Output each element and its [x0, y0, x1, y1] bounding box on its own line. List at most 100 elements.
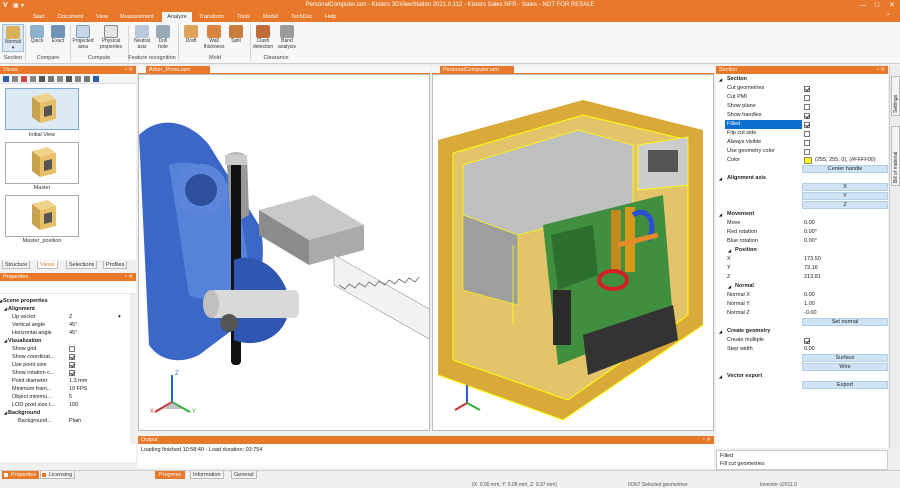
tab-transform[interactable]: Transform	[197, 12, 226, 22]
split-button[interactable]: Split	[225, 24, 247, 52]
band-analysis-button[interactable]: Band analysis	[275, 24, 299, 52]
neutral-axis-button[interactable]: Neutral axis	[131, 24, 153, 52]
property-row[interactable]: LOD pixel size t... 100	[0, 401, 130, 409]
property-checkbox[interactable]	[69, 354, 75, 360]
property-row[interactable]: Show coordinat...	[0, 353, 130, 361]
section-row[interactable]: Flip cut side	[716, 129, 888, 138]
section-row[interactable]: Cut PMI	[716, 93, 888, 102]
viewport-arbor-press[interactable]: Z X Y	[138, 74, 430, 431]
section-checkbox[interactable]	[804, 112, 810, 119]
property-row[interactable]: Vertical angle 45°	[0, 321, 130, 329]
section-action-button[interactable]: Center handle	[802, 165, 888, 173]
view-tool-icon[interactable]	[48, 76, 54, 82]
property-row[interactable]: Show rotation c...	[0, 369, 130, 377]
section-action-button[interactable]: Wire	[802, 363, 888, 371]
property-row[interactable]: Use point size	[0, 361, 130, 369]
clash-detection-button[interactable]: Clash detection	[251, 24, 275, 52]
property-value[interactable]: 45°	[69, 321, 77, 329]
section-property-value[interactable]: -0.00	[804, 309, 817, 318]
section-property-value[interactable]: 0.00	[804, 291, 815, 300]
tab-analyze[interactable]: Analyze	[162, 12, 192, 22]
section-property-value[interactable]: 1.00	[804, 300, 815, 309]
section-row[interactable]: Red rotation 0.00°	[716, 228, 888, 237]
tab-view[interactable]: View	[94, 12, 110, 22]
property-checkbox[interactable]	[69, 362, 75, 368]
collapse-triangle-icon[interactable]: ◢	[4, 305, 7, 313]
view-thumbnail-master[interactable]	[5, 142, 79, 184]
section-row[interactable]: Normal Z -0.00	[716, 309, 888, 318]
section-row[interactable]: Show handles	[716, 111, 888, 120]
collapse-triangle-icon[interactable]: ◢	[719, 372, 722, 381]
section-row[interactable]: Cut geometries	[716, 84, 888, 93]
collapse-triangle-icon[interactable]: ◢	[728, 246, 731, 255]
section-row[interactable]: Z 213.81	[716, 273, 888, 282]
view-tool-icon[interactable]	[57, 76, 63, 82]
section-row[interactable]: Filled	[716, 120, 888, 129]
section-row[interactable]: Show plane	[716, 102, 888, 111]
section-checkbox[interactable]	[804, 121, 810, 128]
wall-thickness-button[interactable]: Wall thickness	[202, 24, 226, 52]
section-property-value[interactable]: 173.50	[804, 255, 821, 264]
section-checkbox[interactable]	[804, 139, 810, 146]
section-row[interactable]: Create multiple	[716, 336, 888, 345]
section-checkbox[interactable]	[804, 337, 810, 344]
collapse-triangle-icon[interactable]: ◢	[719, 210, 722, 219]
section-action-button[interactable]: Surface	[802, 354, 888, 362]
section-row[interactable]: Color (255, 255, 0), (#FFFF00)	[716, 156, 888, 165]
property-row[interactable]: Background... Plain	[0, 417, 130, 425]
view-tool-icon[interactable]	[30, 76, 36, 82]
collapse-triangle-icon[interactable]: ◢	[728, 282, 731, 291]
close-window-button[interactable]: ✕	[885, 0, 899, 12]
section-row[interactable]: Always visible	[716, 138, 888, 147]
section-property-value[interactable]: 0.00	[804, 345, 815, 354]
tab-model[interactable]: Model	[261, 12, 280, 22]
section-row[interactable]: X 173.50	[716, 255, 888, 264]
tab-views[interactable]: Views	[37, 261, 58, 269]
viewport-personal-computer[interactable]	[432, 74, 714, 431]
tab-measurement[interactable]: Measurement	[118, 12, 156, 22]
view-tool-icon[interactable]	[66, 76, 72, 82]
property-row[interactable]: Object minimu... 5	[0, 393, 130, 401]
side-tab-settings[interactable]: Settings	[891, 76, 900, 116]
property-row[interactable]: Show grid	[0, 345, 130, 353]
section-row[interactable]: Normal X 0.00	[716, 291, 888, 300]
section-action-button[interactable]: X	[802, 183, 888, 191]
section-property-value[interactable]: 213.81	[804, 273, 821, 282]
collapse-triangle-icon[interactable]: ◢	[4, 409, 7, 417]
property-row[interactable]: Point diameter 1.3 mm	[0, 377, 130, 385]
tab-structure[interactable]: Structure	[2, 261, 31, 269]
views-panel-close-icon[interactable]: ▫ ✕	[125, 66, 133, 74]
viewport-tab-arbor-press[interactable]: Arbor_Press.iam	[146, 66, 210, 74]
drill-hole-button[interactable]: Drill hole	[152, 24, 174, 52]
physical-properties-button[interactable]: Physical properties	[98, 24, 124, 52]
color-swatch[interactable]	[804, 157, 812, 164]
quick-compare-button[interactable]: Quick	[26, 24, 48, 52]
collapse-triangle-icon[interactable]: ◢	[719, 327, 722, 336]
section-panel-close-icon[interactable]: ▫ ✕	[877, 66, 885, 74]
collapse-triangle-icon[interactable]: ◢	[719, 174, 722, 183]
section-property-value[interactable]: 0.00°	[804, 237, 817, 246]
section-property-value[interactable]: 73.16	[804, 264, 818, 273]
tab-information[interactable]: Information	[190, 471, 224, 479]
section-property-value[interactable]: 0.00°	[804, 228, 817, 237]
property-checkbox[interactable]	[69, 370, 75, 376]
section-row[interactable]: Blue rotation 0.00°	[716, 237, 888, 246]
collapse-triangle-icon[interactable]: ◢	[4, 337, 7, 345]
properties-scrollbar[interactable]	[130, 294, 136, 444]
section-checkbox[interactable]	[804, 85, 810, 92]
tab-selections[interactable]: Selections	[66, 261, 98, 269]
section-action-button[interactable]: Y	[802, 192, 888, 200]
property-value[interactable]: 5	[69, 393, 72, 401]
section-checkbox[interactable]	[804, 130, 810, 137]
collapse-triangle-icon[interactable]: ◢	[719, 75, 722, 84]
section-checkbox[interactable]	[804, 148, 810, 155]
tab-tools[interactable]: Tools	[235, 12, 252, 22]
ribbon-collapse-icon[interactable]: ⌃	[886, 13, 891, 20]
properties-panel-close-icon[interactable]: ▫ ✕	[125, 273, 133, 281]
collapse-triangle-icon[interactable]: ◢	[0, 297, 2, 305]
tab-techdoc[interactable]: TechDoc	[289, 12, 314, 22]
section-action-button[interactable]: Set normal	[802, 318, 888, 326]
projected-area-button[interactable]: Projected area	[72, 24, 94, 52]
section-row[interactable]: Step width 0.00	[716, 345, 888, 354]
property-row[interactable]: Minimum fram... 10 FPS	[0, 385, 130, 393]
